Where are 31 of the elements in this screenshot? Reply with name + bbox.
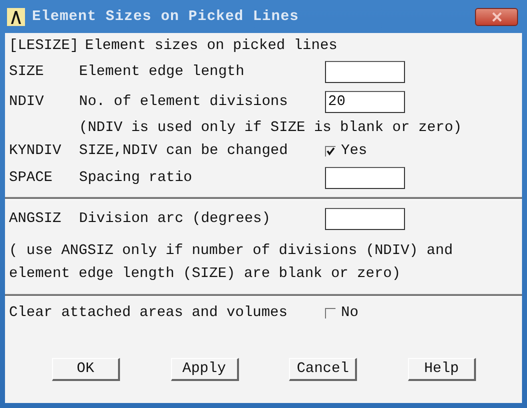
hint-text: (NDIV is used only if SIZE is blank or zero)	[79, 120, 462, 136]
window-title: Element Sizes on Picked Lines	[32, 8, 299, 24]
dialog-button[interactable]: Cancel	[289, 358, 358, 381]
parameter-label: No. of element divisions	[79, 94, 289, 110]
parameter-label: Division arc (degrees)	[79, 211, 272, 227]
close-icon	[490, 12, 502, 22]
dialog-button[interactable]: Apply	[170, 358, 239, 381]
parameter-code: SIZE	[9, 64, 45, 80]
checkbox[interactable]	[325, 308, 336, 318]
checkbox[interactable]	[325, 146, 336, 156]
app-logo-icon	[7, 8, 25, 26]
parameter-label: Clear attached areas and volumes	[9, 305, 288, 321]
input-field[interactable]	[325, 208, 405, 230]
parameter-label: Element edge length	[79, 64, 246, 80]
input-field[interactable]	[325, 61, 405, 83]
parameter-code: SPACE	[9, 170, 54, 186]
close-button[interactable]	[475, 8, 518, 26]
parameter-label: SIZE,NDIV can be changed	[79, 143, 289, 159]
dialog-button[interactable]: OK	[52, 358, 120, 381]
dialog-button[interactable]: Help	[408, 358, 476, 381]
command-code: [LESIZE]	[9, 38, 79, 54]
checkbox-label: No	[341, 305, 358, 321]
hint-text: ( use ANGSIZ only if number of divisions (NDIV) and element edge length (SIZE) are blank or zero)	[8, 242, 454, 284]
parameter-label: Spacing ratio	[79, 170, 194, 186]
parameter-code: NDIV	[9, 94, 45, 110]
input-field[interactable]	[325, 167, 405, 189]
checkbox-label: Yes	[341, 143, 368, 159]
dialog-heading: Element sizes on picked lines	[85, 38, 338, 54]
parameter-code: KYNDIV	[9, 143, 62, 159]
parameter-code: ANGSIZ	[9, 211, 62, 227]
input-field[interactable]: 20	[325, 91, 405, 113]
